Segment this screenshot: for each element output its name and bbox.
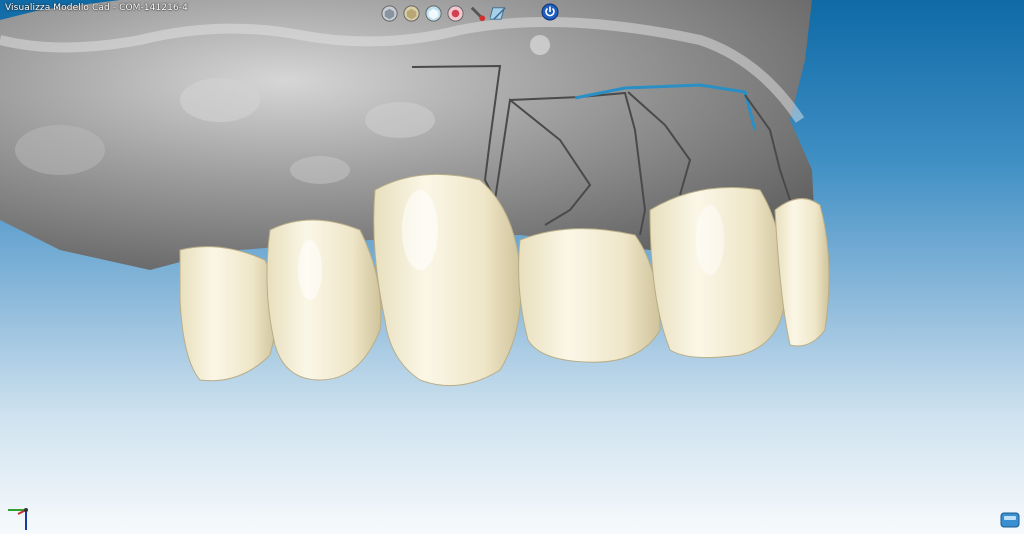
view-section-icon[interactable] — [446, 4, 465, 23]
tooth-4 — [518, 228, 661, 363]
3d-viewport[interactable]: Visualizza Modello Cad - COM-141216-4 — [0, 0, 1024, 534]
power-icon[interactable] — [541, 3, 559, 21]
view-crown-icon[interactable] — [402, 4, 421, 23]
tooth-2 — [266, 219, 382, 381]
measure-tool-icon[interactable] — [468, 4, 487, 23]
cut-plane-icon[interactable] — [490, 4, 509, 23]
dental-model-scene — [0, 0, 830, 387]
axis-triad-icon — [0, 500, 36, 534]
tooth-3 — [373, 173, 522, 387]
view-toolbar — [380, 2, 509, 24]
tooth-1 — [179, 246, 277, 382]
tooth-6 — [774, 198, 830, 347]
layers-icon[interactable] — [1000, 511, 1020, 529]
view-tooth-icon[interactable] — [380, 4, 399, 23]
window-title: Visualizza Modello Cad - COM-141216-4 — [5, 3, 188, 13]
view-transparent-icon[interactable] — [424, 4, 443, 23]
